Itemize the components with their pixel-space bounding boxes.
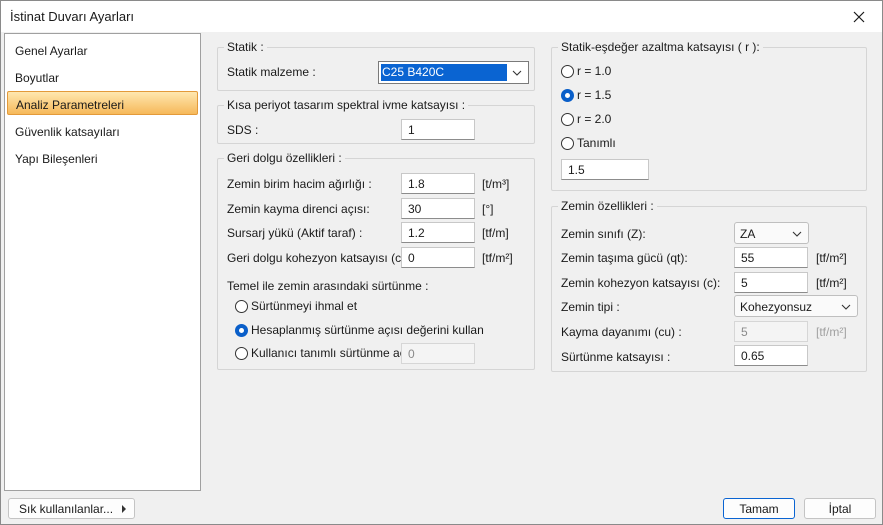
soil-class-label: Zemin sınıfı (Z): <box>561 227 646 241</box>
soil-cohesion-input[interactable]: 5 <box>734 272 808 293</box>
sidebar-item-boyutlar[interactable]: Boyutlar <box>7 64 198 88</box>
sidebar-item-guvenlik-katsayilari[interactable]: Güvenlik katsayıları <box>7 118 198 142</box>
unit-weight-input[interactable]: 1.8 <box>401 173 475 194</box>
shear-angle-label: Zemin kayma direnci açısı: <box>227 202 370 216</box>
spectral-group: Kısa periyot tasarım spektral ivme katsa… <box>217 98 535 144</box>
radio-label: r = 1.5 <box>577 88 612 102</box>
radio-calculated-friction[interactable]: Hesaplanmış sürtünme açısı değerini kull… <box>235 323 484 337</box>
soil-type-value: Kohezyonsuz <box>740 300 813 314</box>
spectral-legend: Kısa periyot tasarım spektral ivme katsa… <box>227 98 466 112</box>
chevron-down-icon <box>512 70 522 76</box>
friction-title: Temel ile zemin arasındaki sürtünme : <box>227 279 429 293</box>
sidebar-item-genel-ayarlar[interactable]: Genel Ayarlar <box>7 37 198 61</box>
soil-type-select[interactable]: Kohezyonsuz <box>734 295 858 317</box>
shear-angle-unit: [°] <box>482 202 494 216</box>
statik-legend: Statik : <box>227 40 264 54</box>
settings-panel: Statik : Statik malzeme : C25 B420C Kısa… <box>205 33 881 491</box>
radio-r-2-0[interactable]: r = 2.0 <box>561 112 611 126</box>
window-title: İstinat Duvarı Ayarları <box>10 9 135 24</box>
backfill-legend: Geri dolgu özellikleri : <box>227 151 342 165</box>
footer-bar: Sık kullanılanlar... Tamam İptal <box>1 492 882 524</box>
surcharge-label: Sursarj yükü (Aktif taraf) : <box>227 226 363 240</box>
sds-input[interactable]: 1 <box>401 119 475 140</box>
backfill-cohesion-unit: [tf/m²] <box>482 251 513 265</box>
radio-label: Tanımlı <box>577 136 616 150</box>
radio-label: Kullanıcı tanımlı sürtünme açısı : <box>251 346 426 360</box>
chevron-down-icon <box>841 304 851 310</box>
bearing-input[interactable]: 55 <box>734 247 808 268</box>
bearing-label: Zemin taşıma gücü (qt): <box>561 251 688 265</box>
unit-weight-label: Zemin birim hacim ağırlığı : <box>227 177 372 191</box>
surcharge-unit: [tf/m] <box>482 226 509 240</box>
sds-label: SDS : <box>227 123 259 137</box>
radio-indicator <box>561 112 574 126</box>
sidebar-item-yapi-bilesenleri[interactable]: Yapı Bileşenleri <box>7 145 198 169</box>
favorites-label: Sık kullanılanlar... <box>19 501 114 516</box>
soil-class-value: ZA <box>740 227 756 241</box>
settings-nav: Genel Ayarlar Boyutlar Analiz Parametrel… <box>4 33 201 491</box>
title-bar: İstinat Duvarı Ayarları <box>1 1 882 32</box>
favorites-button[interactable]: Sık kullanılanlar... <box>8 498 135 519</box>
caret-right-icon <box>122 505 126 513</box>
friction-coef-input[interactable]: 0.65 <box>734 345 808 366</box>
radio-indicator <box>235 323 248 337</box>
surcharge-input[interactable]: 1.2 <box>401 222 475 243</box>
close-button[interactable] <box>836 1 882 32</box>
soil-legend: Zemin özellikleri : <box>561 199 654 213</box>
reduction-legend: Statik-eşdeğer azaltma katsayısı ( r ): <box>561 40 760 54</box>
dialog-window: İstinat Duvarı Ayarları Genel Ayarlar Bo… <box>0 0 883 525</box>
custom-friction-angle-input[interactable]: 0 <box>401 343 475 364</box>
bearing-unit: [tf/m²] <box>816 251 847 265</box>
material-select[interactable]: C25 B420C <box>378 61 529 84</box>
radio-label: r = 2.0 <box>577 112 612 126</box>
material-value: C25 B420C <box>381 64 507 81</box>
radio-indicator <box>561 136 574 150</box>
radio-label: Hesaplanmış sürtünme açısı değerini kull… <box>251 323 484 337</box>
radio-indicator <box>561 64 574 78</box>
close-icon <box>853 11 865 22</box>
shear-angle-input[interactable]: 30 <box>401 198 475 219</box>
ok-button[interactable]: Tamam <box>723 498 795 519</box>
radio-ignore-friction[interactable]: Sürtünmeyi ihmal et <box>235 299 357 313</box>
shear-strength-unit: [tf/m²] <box>816 325 847 339</box>
cancel-button[interactable]: İptal <box>804 498 876 519</box>
soil-cohesion-unit: [tf/m²] <box>816 276 847 290</box>
backfill-cohesion-label: Geri dolgu kohezyon katsayısı (cd) <box>227 251 412 265</box>
material-label: Statik malzeme : <box>227 65 316 79</box>
radio-indicator <box>235 346 248 360</box>
radio-label: r = 1.0 <box>577 64 612 78</box>
soil-class-select[interactable]: ZA <box>734 222 809 244</box>
sidebar-item-analiz-parametreleri[interactable]: Analiz Parametreleri <box>7 91 198 115</box>
shear-strength-input[interactable]: 5 <box>734 321 808 342</box>
r-custom-input[interactable]: 1.5 <box>561 159 649 180</box>
soil-type-label: Zemin tipi : <box>561 300 620 314</box>
soil-cohesion-label: Zemin kohezyon katsayısı (c): <box>561 276 721 290</box>
radio-indicator <box>561 88 574 102</box>
radio-indicator <box>235 299 248 313</box>
radio-r-1-5[interactable]: r = 1.5 <box>561 88 611 102</box>
backfill-cohesion-input[interactable]: 0 <box>401 247 475 268</box>
chevron-down-icon <box>792 231 802 237</box>
radio-custom-friction[interactable]: Kullanıcı tanımlı sürtünme açısı : <box>235 346 425 360</box>
radio-r-custom[interactable]: Tanımlı <box>561 136 616 150</box>
radio-label: Sürtünmeyi ihmal et <box>251 299 358 313</box>
unit-weight-unit: [t/m³] <box>482 177 510 191</box>
shear-strength-label: Kayma dayanımı (cu) : <box>561 325 682 339</box>
friction-coef-label: Sürtünme katsayısı : <box>561 350 671 364</box>
radio-r-1-0[interactable]: r = 1.0 <box>561 64 611 78</box>
